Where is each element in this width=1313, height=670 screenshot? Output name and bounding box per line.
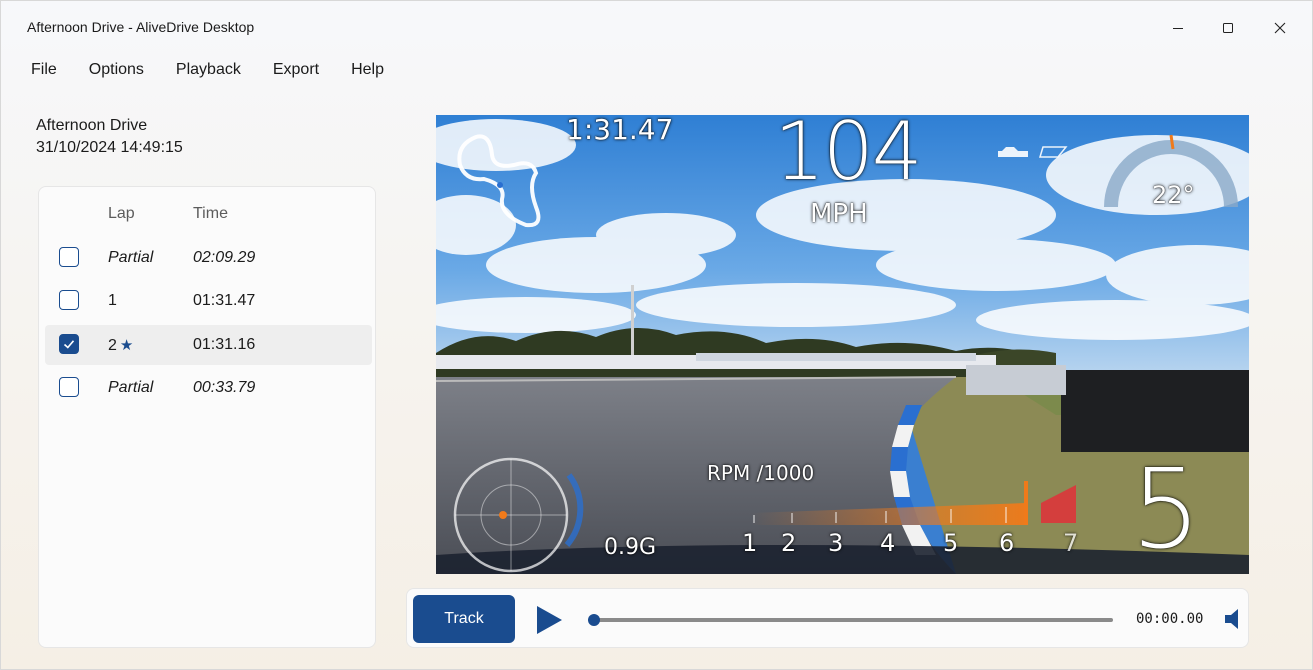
volume-icon[interactable] (1222, 607, 1246, 631)
lap-column-header: Lap (108, 205, 135, 222)
time-column-header: Time (193, 205, 228, 222)
hud-lap-time: 1:31.47 (566, 115, 674, 146)
play-icon[interactable] (535, 605, 563, 635)
lap-time: 01:31.47 (193, 292, 256, 309)
rpm-tick: 4 (880, 529, 896, 557)
menu-help[interactable]: Help (335, 57, 400, 85)
menu-file[interactable]: File (15, 57, 73, 85)
hud-rpm-label: RPM /1000 (707, 461, 815, 485)
lap-row-1[interactable]: 1 01:31.47 (45, 281, 372, 321)
lap-checkbox-checked[interactable] (59, 334, 79, 354)
lap-label: Partial (108, 379, 154, 396)
seek-thumb[interactable] (588, 614, 600, 626)
close-icon (1274, 22, 1286, 34)
seek-track[interactable] (593, 618, 1113, 622)
lap-time: 00:33.79 (193, 379, 256, 396)
maximize-icon (1223, 23, 1233, 33)
minimize-button[interactable] (1155, 11, 1201, 45)
lap-checkbox[interactable] (59, 247, 79, 267)
rpm-tick: 2 (781, 529, 797, 557)
close-button[interactable] (1257, 11, 1303, 45)
playback-time: 00:00.00 (1136, 611, 1204, 627)
lap-checkbox[interactable] (59, 290, 79, 310)
session-datetime: 31/10/2024 14:49:15 (36, 139, 183, 156)
session-name: Afternoon Drive (36, 117, 148, 134)
menu-options[interactable]: Options (73, 57, 160, 85)
lap-list-panel: Lap Time Partial 02:09.29 1 01:31.47 2 ★ … (38, 186, 376, 648)
lap-row-partial-2[interactable]: Partial 00:33.79 (45, 368, 372, 408)
menu-bar: File Options Playback Export Help (15, 57, 400, 85)
seek-bar[interactable] (588, 613, 1113, 627)
lap-time: 02:09.29 (193, 249, 256, 266)
rpm-tick: 5 (943, 529, 959, 557)
hud-speed: 104 (774, 115, 923, 198)
rpm-tick: 3 (828, 529, 844, 557)
playback-controls: Track 00:00.00 (406, 588, 1249, 648)
minimize-icon (1173, 28, 1183, 29)
title-bar: Afternoon Drive - AliveDrive Desktop (1, 1, 1313, 53)
best-lap-star-icon: ★ (119, 337, 134, 354)
lap-label: 2 ★ (108, 337, 134, 354)
lap-time: 01:31.16 (193, 336, 256, 353)
maximize-button[interactable] (1205, 11, 1251, 45)
check-icon (63, 340, 75, 349)
menu-export[interactable]: Export (257, 57, 335, 85)
hud-g-force: 0.9G (604, 535, 657, 560)
window-title: Afternoon Drive - AliveDrive Desktop (27, 19, 255, 35)
track-button[interactable]: Track (413, 595, 515, 643)
lap-label: Partial (108, 249, 154, 266)
menu-playback[interactable]: Playback (160, 57, 257, 85)
lap-row-partial-1[interactable]: Partial 02:09.29 (45, 238, 372, 278)
rpm-tick: 1 (742, 529, 758, 557)
app-window: Afternoon Drive - AliveDrive Desktop Fil… (0, 0, 1313, 670)
rpm-tick: 6 (999, 529, 1015, 557)
lap-row-2[interactable]: 2 ★ 01:31.16 (45, 325, 372, 365)
hud-speed-unit: MPH (810, 199, 868, 229)
lap-checkbox[interactable] (59, 377, 79, 397)
lap-label: 1 (108, 292, 117, 309)
hud-gear: 5 (1131, 445, 1201, 573)
hud-temperature: 22° (1152, 181, 1195, 209)
rpm-tick: 7 (1063, 529, 1079, 557)
video-player[interactable]: 1:31.47 104 MPH 22° RPM /1000 0.9G 5 1 2… (436, 115, 1249, 574)
